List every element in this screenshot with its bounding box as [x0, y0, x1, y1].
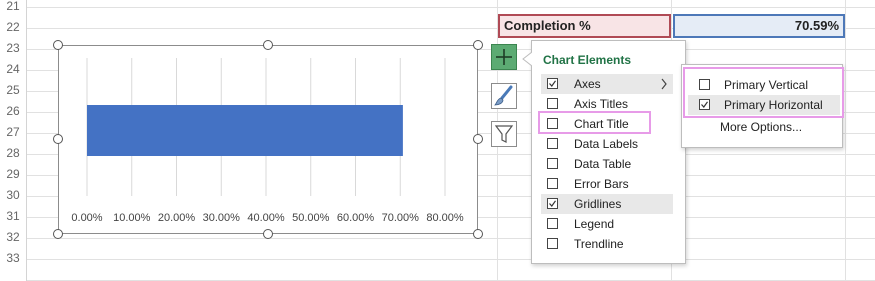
row-number[interactable]: 26	[0, 101, 26, 121]
chevron-right-icon[interactable]	[660, 78, 668, 90]
x-tick-label: 30.00%	[202, 212, 240, 224]
checkbox[interactable]	[547, 138, 558, 149]
x-tick-label: 50.00%	[292, 212, 330, 224]
plus-icon	[496, 49, 512, 65]
resize-handle-top-left[interactable]	[53, 40, 63, 50]
menu-item-label: Axis Titles	[574, 97, 629, 111]
checkbox[interactable]	[547, 218, 558, 229]
menu-item-label: Error Bars	[574, 177, 629, 191]
row-number[interactable]: 27	[0, 122, 26, 142]
row-number[interactable]: 22	[0, 17, 26, 37]
row-number[interactable]: 23	[0, 38, 26, 58]
flyout-pointer	[522, 52, 532, 66]
checkbox[interactable]	[547, 158, 558, 169]
x-tick-label: 80.00%	[426, 212, 464, 224]
checkbox[interactable]	[547, 198, 558, 209]
resize-handle-right[interactable]	[473, 134, 483, 144]
resize-handle-top[interactable]	[263, 40, 273, 50]
resize-handle-bottom-right[interactable]	[473, 229, 483, 239]
resize-handle-top-right[interactable]	[473, 40, 483, 50]
row-number[interactable]: 30	[0, 185, 26, 205]
checkbox[interactable]	[547, 78, 558, 89]
row-number[interactable]: 29	[0, 164, 26, 184]
menu-item-axes[interactable]: Axes	[541, 74, 673, 94]
menu-item-trendline[interactable]: Trendline	[541, 234, 673, 254]
completion-label-cell[interactable]: Completion %	[498, 14, 671, 38]
resize-handle-bottom[interactable]	[263, 229, 273, 239]
menu-item-label: Gridlines	[574, 197, 622, 211]
row-number[interactable]: 32	[0, 227, 26, 247]
chart-filters-button[interactable]	[491, 121, 517, 147]
x-tick-label: 10.00%	[113, 212, 151, 224]
more-options-link[interactable]: More Options...	[720, 117, 802, 137]
menu-item-data-labels[interactable]: Data Labels	[541, 134, 673, 154]
chart-elements-flyout: Chart Elements Axes Axis Titles Chart Ti…	[531, 40, 686, 264]
chart-styles-button[interactable]	[491, 83, 517, 109]
checkbox[interactable]	[547, 178, 558, 189]
menu-item-gridlines[interactable]: Gridlines	[541, 194, 673, 214]
row-number[interactable]: 28	[0, 143, 26, 163]
brush-icon	[494, 85, 513, 106]
chart-plot-area[interactable]	[59, 46, 477, 233]
resize-handle-left[interactable]	[53, 134, 63, 144]
row-header-column: 21 22 23 24 25 26 27 28 29 30 31 32 33	[0, 0, 27, 281]
menu-item-label: Data Table	[574, 157, 632, 171]
menu-item-label: Legend	[574, 217, 615, 231]
row-number[interactable]: 24	[0, 59, 26, 79]
flyout-title: Chart Elements	[543, 53, 632, 67]
row-number[interactable]: 31	[0, 206, 26, 226]
menu-item-data-table[interactable]: Data Table	[541, 154, 673, 174]
row-number[interactable]: 21	[0, 0, 26, 16]
completion-value-cell[interactable]: 70.59%	[673, 14, 845, 38]
row-number[interactable]: 25	[0, 80, 26, 100]
x-tick-label: 70.00%	[381, 212, 419, 224]
bar-chart[interactable]: 0.00% 10.00% 20.00% 30.00% 40.00% 50.00% 60.00…	[58, 45, 478, 234]
menu-item-label: Trendline	[574, 237, 624, 251]
checkbox[interactable]	[547, 98, 558, 109]
resize-handle-bottom-left[interactable]	[53, 229, 63, 239]
checkbox[interactable]	[547, 238, 558, 249]
menu-item-label: Data Labels	[574, 137, 639, 151]
funnel-icon	[494, 125, 514, 143]
x-tick-label: 60.00%	[336, 212, 375, 224]
x-tick-label: 20.00%	[157, 212, 196, 224]
menu-item-legend[interactable]: Legend	[541, 214, 673, 234]
row-number[interactable]: 33	[0, 248, 26, 268]
menu-item-axis-titles[interactable]: Axis Titles	[541, 94, 673, 114]
menu-item-label: Axes	[574, 77, 601, 91]
data-bar[interactable]	[87, 105, 403, 156]
highlight-box	[538, 111, 651, 134]
x-tick-label: 40.00%	[247, 212, 285, 224]
menu-item-error-bars[interactable]: Error Bars	[541, 174, 673, 194]
x-tick-label: 0.00%	[71, 212, 103, 224]
chart-elements-button[interactable]	[491, 44, 517, 70]
submenu-highlight-box	[683, 67, 844, 118]
